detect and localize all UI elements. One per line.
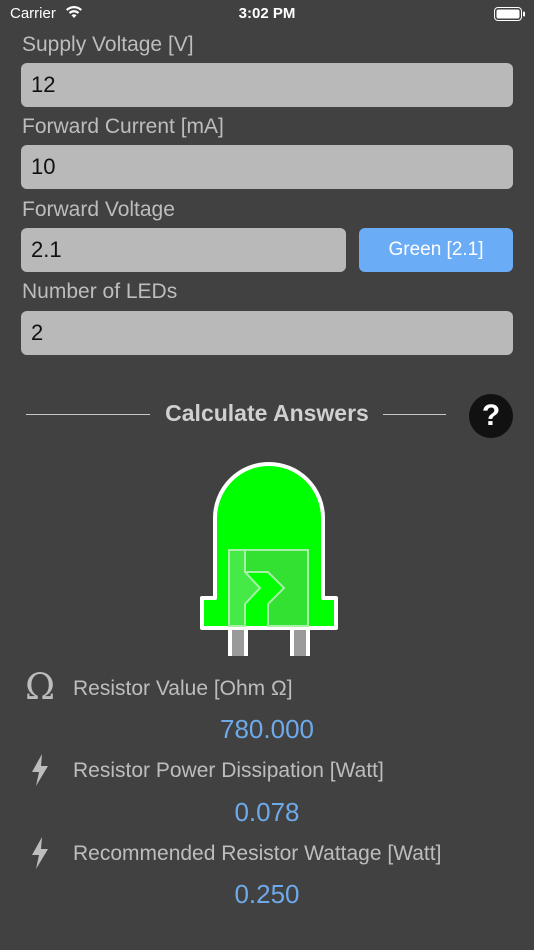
forward-voltage-label: Forward Voltage [22,198,175,221]
battery-icon [494,7,526,26]
lightning-bolt-icon [22,835,58,871]
power-dissipation-label: Resistor Power Dissipation [Watt] [73,759,384,782]
status-time: 3:02 PM [238,5,296,22]
omega-icon: Ω [25,667,55,708]
lightning-bolt-icon [22,752,58,788]
status-bar: Carrier 3:02 PM [0,0,534,28]
forward-voltage-input[interactable] [21,228,346,272]
num-leds-label: Number of LEDs [22,280,178,303]
help-button[interactable]: ? [469,394,513,438]
recommended-wattage-label: Recommended Resistor Wattage [Watt] [73,842,442,865]
led-icon [198,458,340,663]
supply-voltage-input[interactable] [21,63,513,107]
divider-right [383,414,446,415]
forward-current-label: Forward Current [mA] [22,115,224,138]
power-dissipation-value: 0.078 [234,797,300,827]
calculate-answers-button[interactable]: Calculate Answers [148,400,386,427]
supply-voltage-label: Supply Voltage [V] [22,33,194,56]
led-color-preset-button[interactable]: Green [2.1] [359,228,513,272]
resistor-value-label: Resistor Value [Ohm Ω] [73,677,293,700]
divider-left [26,414,150,415]
num-leds-input[interactable] [21,311,513,355]
recommended-wattage-value: 0.250 [234,879,300,909]
resistor-value: 780.000 [220,714,314,744]
forward-current-input[interactable] [21,145,513,189]
